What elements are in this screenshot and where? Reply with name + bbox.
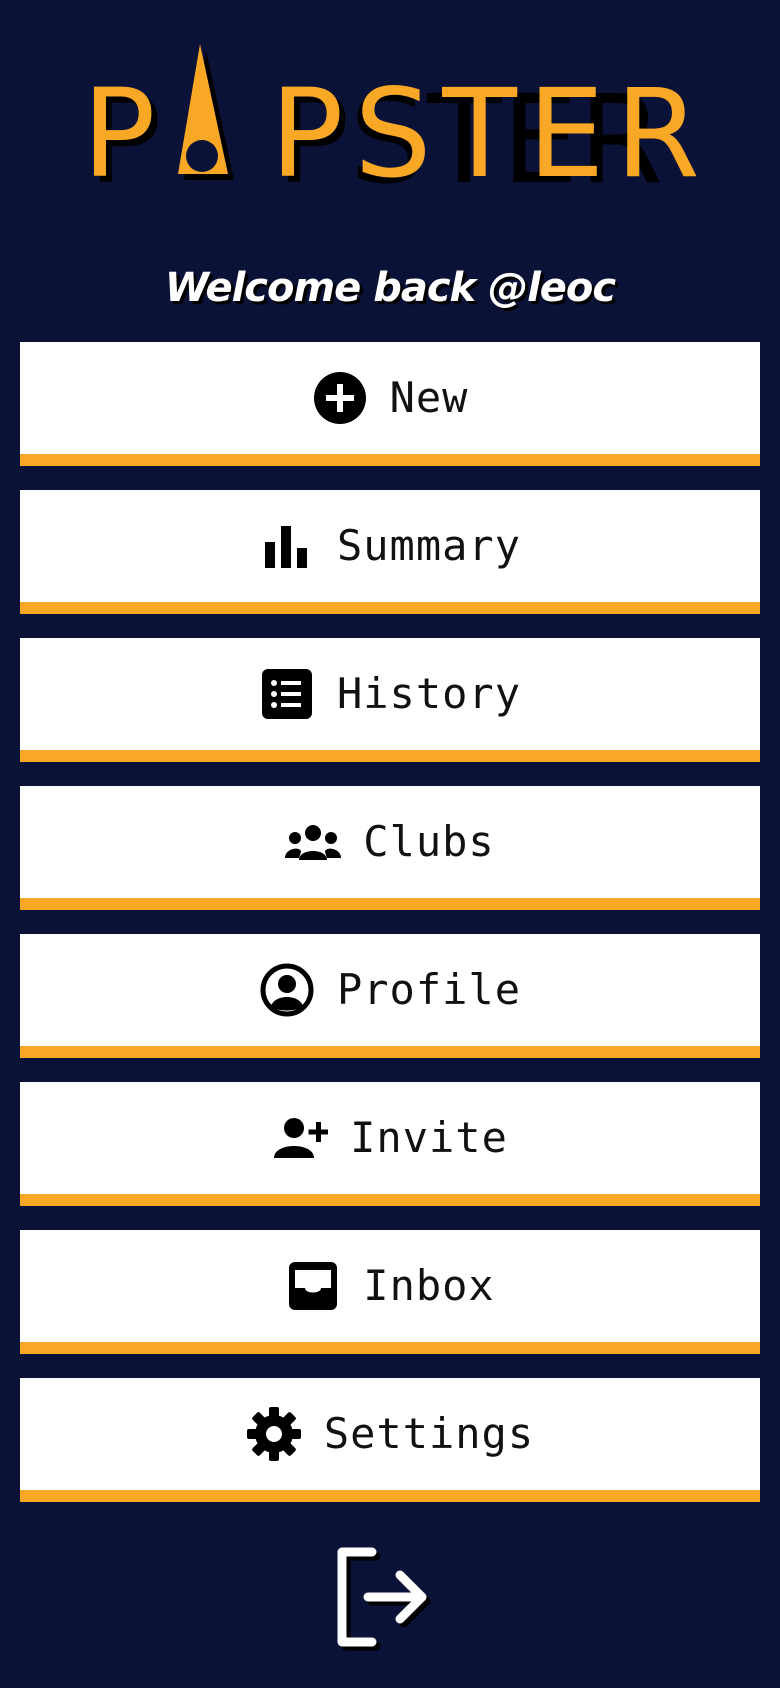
welcome-message: Welcome back @leoc (164, 265, 616, 311)
users-group-icon (285, 814, 342, 870)
invite-button[interactable]: Invite (20, 1082, 760, 1206)
invite-button-label: Invite (350, 1113, 508, 1162)
summary-button[interactable]: Summary (20, 490, 760, 614)
svg-text:PSTER: PSTER (270, 63, 700, 194)
history-button[interactable]: History (20, 638, 760, 762)
clubs-button-label: Clubs (363, 817, 495, 866)
clubs-button[interactable]: Clubs (20, 786, 760, 910)
main-menu: New Summary History Clubs Profile Invite (20, 342, 760, 1526)
summary-button-label: Summary (336, 521, 521, 570)
user-circle-icon (259, 962, 315, 1018)
inbox-button-label: Inbox (363, 1261, 495, 1310)
logout-button[interactable] (330, 1546, 450, 1656)
profile-button[interactable]: Profile (20, 934, 760, 1058)
app-logo: P PSTER P PSTER (0, 34, 780, 194)
settings-button[interactable]: Settings (20, 1378, 760, 1502)
new-button-label: New (389, 373, 469, 422)
plus-circle-icon (312, 370, 368, 426)
history-button-label: History (336, 669, 521, 718)
bar-chart-icon (259, 518, 315, 574)
new-button[interactable]: New (20, 342, 760, 466)
user-plus-icon (272, 1110, 329, 1166)
gear-icon (246, 1406, 302, 1462)
profile-button-label: Profile (336, 965, 521, 1014)
logout-icon (337, 1547, 431, 1651)
inbox-button[interactable]: Inbox (20, 1230, 760, 1354)
svg-text:P: P (82, 63, 156, 194)
settings-button-label: Settings (323, 1409, 535, 1458)
list-icon (259, 666, 315, 722)
inbox-icon (285, 1258, 341, 1314)
